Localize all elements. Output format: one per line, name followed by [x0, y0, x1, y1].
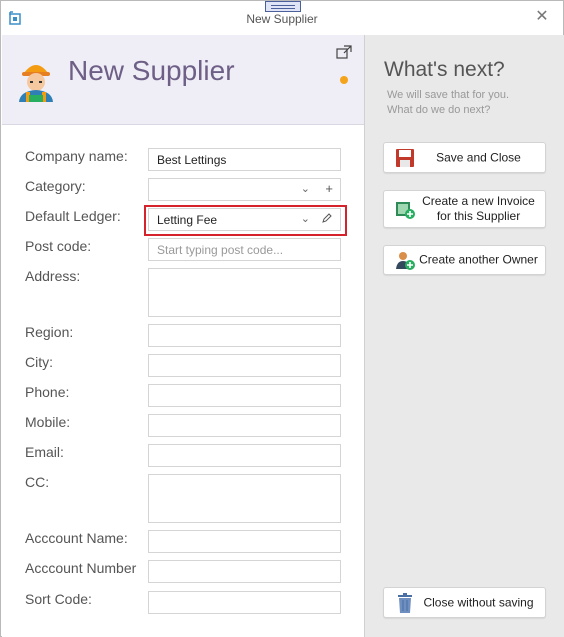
add-category-icon[interactable]: +	[325, 181, 333, 196]
status-dot	[340, 76, 348, 84]
sort-code-label: Sort Code:	[25, 591, 92, 607]
chevron-down-icon[interactable]: ⌄	[301, 182, 310, 195]
subtitle-line-2: What do we do next?	[387, 104, 491, 116]
trash-icon	[398, 592, 412, 613]
create-invoice-button[interactable]: Create a new Invoice for this Supplier	[383, 190, 546, 228]
company-name-value: Best Lettings	[157, 153, 227, 167]
create-invoice-line-1: Create a new Invoice	[422, 194, 535, 208]
email-label: Email:	[25, 444, 64, 460]
whats-next-panel: What's next? We will save that for you. …	[364, 35, 564, 637]
create-owner-label: Create another Owner	[419, 252, 538, 267]
form-header: New Supplier	[2, 35, 364, 125]
category-label: Category:	[25, 178, 86, 194]
worker-avatar-icon	[19, 65, 53, 102]
region-field[interactable]	[148, 324, 341, 347]
subtitle-line-1: We will save that for you.	[387, 89, 510, 101]
title-bar: New Supplier ✕	[1, 1, 563, 35]
drag-grip-icon[interactable]	[265, 1, 301, 12]
new-supplier-window: New Supplier ✕ New Supplier Company name…	[0, 0, 564, 637]
whats-next-subtitle: We will save that for you. What do we do…	[387, 88, 557, 118]
account-name-label: Acccount Name:	[25, 530, 128, 546]
cc-field[interactable]	[148, 474, 341, 523]
account-number-field[interactable]	[148, 560, 341, 583]
page-title: New Supplier	[68, 55, 235, 86]
mobile-label: Mobile:	[25, 414, 71, 430]
post-code-field[interactable]: Start typing post code...	[148, 238, 341, 261]
city-label: City:	[25, 354, 53, 370]
sort-code-field[interactable]	[148, 591, 341, 614]
supplier-form-panel: New Supplier Company name: Best Lettings…	[2, 35, 364, 637]
close-without-saving-button[interactable]: Close without saving	[383, 587, 546, 618]
phone-label: Phone:	[25, 384, 70, 400]
whats-next-title: What's next?	[384, 58, 505, 81]
city-field[interactable]	[148, 354, 341, 377]
mobile-field[interactable]	[148, 414, 341, 437]
account-number-label: Acccount Number	[25, 560, 137, 576]
invoice-icon	[396, 202, 415, 219]
post-code-placeholder: Start typing post code...	[157, 243, 284, 257]
add-person-icon	[396, 252, 415, 270]
address-field[interactable]	[148, 268, 341, 317]
highlight-box	[144, 205, 347, 236]
cc-label: CC:	[25, 474, 50, 490]
company-name-field[interactable]: Best Lettings	[148, 148, 341, 171]
close-window-button[interactable]: ✕	[533, 8, 551, 26]
account-name-field[interactable]	[148, 530, 341, 553]
create-invoice-label: Create a new Invoice for this Supplier	[418, 194, 539, 224]
default-ledger-label: Default Ledger:	[25, 208, 121, 224]
save-and-close-button[interactable]: Save and Close	[383, 142, 546, 173]
region-label: Region:	[25, 324, 74, 340]
phone-field[interactable]	[148, 384, 341, 407]
email-field[interactable]	[148, 444, 341, 467]
close-without-saving-label: Close without saving	[423, 595, 534, 609]
popout-icon[interactable]	[336, 45, 352, 59]
window-title: New Supplier	[246, 12, 318, 26]
company-name-label: Company name:	[25, 148, 128, 164]
create-invoice-line-2: for this Supplier	[436, 209, 521, 223]
save-and-close-label: Save and Close	[436, 150, 521, 164]
post-code-label: Post code:	[25, 238, 92, 254]
create-owner-button[interactable]: Create another Owner	[383, 245, 546, 275]
category-select[interactable]: ⌄ +	[148, 178, 341, 201]
save-icon	[396, 148, 414, 167]
address-label: Address:	[25, 268, 81, 284]
